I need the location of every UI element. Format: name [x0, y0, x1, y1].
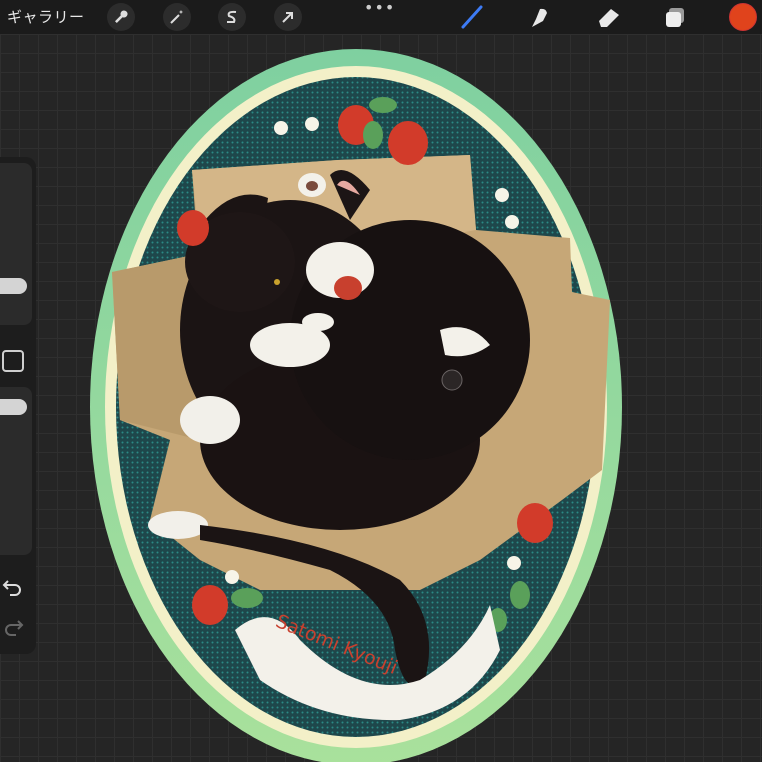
- left-sidebar: [0, 157, 36, 654]
- adjustments-button[interactable]: [163, 3, 191, 31]
- undo-icon: [2, 580, 21, 596]
- redo-button[interactable]: [2, 618, 24, 642]
- smudge-tool-button[interactable]: [526, 3, 554, 31]
- opacity-slider[interactable]: [0, 387, 32, 555]
- actions-button[interactable]: [107, 3, 135, 31]
- more-options-button[interactable]: •••: [364, 0, 395, 17]
- brush-size-knob[interactable]: [0, 278, 27, 294]
- magic-wand-icon: [170, 10, 184, 24]
- gallery-button[interactable]: ギャラリー: [7, 6, 85, 27]
- opacity-knob[interactable]: [0, 399, 27, 415]
- arrow-cursor-icon: [282, 12, 293, 23]
- artwork-canvas[interactable]: Satomi Kyouji: [0, 0, 762, 762]
- smudge-icon: [532, 8, 547, 28]
- eraser-icon: [599, 9, 619, 27]
- brush-icon: [461, 5, 483, 29]
- selection-button[interactable]: [218, 3, 246, 31]
- brush-size-slider[interactable]: [0, 163, 32, 325]
- wrench-icon: [115, 10, 128, 23]
- modify-button[interactable]: [2, 350, 24, 372]
- top-toolbar: ギャラリー •••: [0, 0, 762, 34]
- transform-button[interactable]: [274, 3, 302, 31]
- selection-s-icon: [227, 10, 237, 23]
- layers-icon: [666, 8, 684, 27]
- layers-button[interactable]: [661, 3, 689, 31]
- eraser-tool-button[interactable]: [595, 3, 623, 31]
- brush-tool-button[interactable]: [458, 3, 486, 31]
- undo-button[interactable]: [2, 578, 24, 602]
- color-picker-button[interactable]: [729, 3, 757, 31]
- redo-icon: [5, 620, 24, 636]
